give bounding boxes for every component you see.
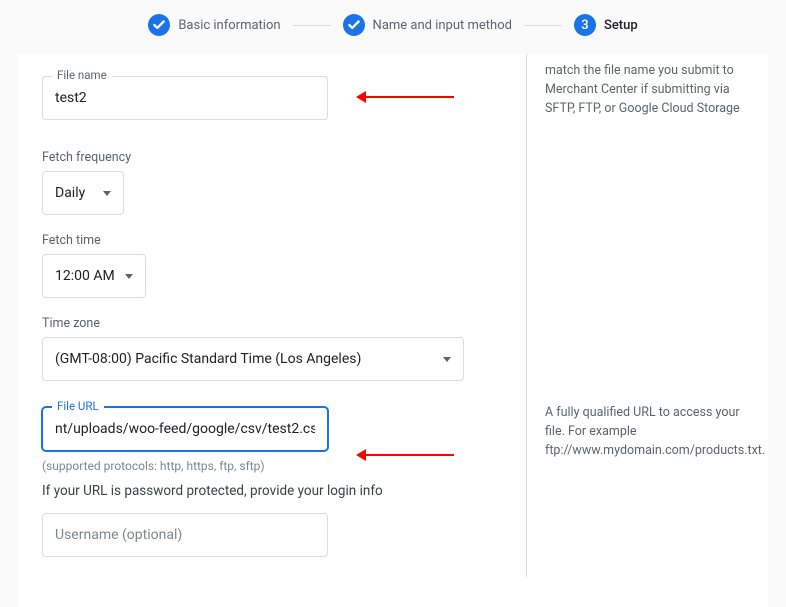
setup-panel: File name test2 Fetch frequency Daily Fe… [18,54,768,607]
step-connector [293,25,331,26]
file-url-label: File URL [52,399,104,413]
check-icon [148,14,170,36]
fetch-time-label: Fetch time [42,233,486,248]
time-zone-select[interactable]: (GMT-08:00) Pacific Standard Time (Los A… [42,337,464,381]
username-input[interactable]: Username (optional) [42,513,328,557]
fetch-time-select[interactable]: 12:00 AM [42,254,146,298]
annotation-arrow [366,454,454,456]
step-label: Setup [604,18,638,33]
step-number: 3 [574,14,596,36]
fetch-frequency-select[interactable]: Daily [42,171,124,215]
fetch-time-field: Fetch time 12:00 AM [42,233,486,298]
file-url-input[interactable]: nt/uploads/woo-feed/google/csv/test2.csv [42,407,328,451]
step-label: Name and input method [373,18,512,33]
protocols-hint: (supported protocols: http, https, ftp, … [42,459,486,473]
step-label: Basic information [178,18,280,33]
step-basic-info[interactable]: Basic information [148,14,280,36]
step-name-input[interactable]: Name and input method [343,14,512,36]
step-connector [524,25,562,26]
file-url-field: File URL nt/uploads/woo-feed/google/csv/… [42,407,486,451]
password-section-text: If your URL is password protected, provi… [42,483,486,499]
time-zone-label: Time zone [42,316,486,331]
help-column: match the file name you submit to Mercha… [526,54,768,577]
file-name-field: File name test2 [42,76,486,120]
fetch-frequency-field: Fetch frequency Daily [42,150,486,215]
chevron-down-icon [103,191,111,196]
chevron-down-icon [125,274,133,279]
chevron-down-icon [443,357,451,362]
username-field: Username (optional) [42,513,486,557]
file-name-help: match the file name you submit to Mercha… [545,62,750,118]
file-url-help: A fully qualified URL to access your fil… [545,404,750,460]
check-icon [343,14,365,36]
form-column: File name test2 Fetch frequency Daily Fe… [18,54,526,577]
step-setup[interactable]: 3 Setup [574,14,638,36]
file-name-label: File name [52,68,112,82]
file-name-input[interactable]: test2 [42,76,328,120]
time-zone-field: Time zone (GMT-08:00) Pacific Standard T… [42,316,486,381]
fetch-frequency-label: Fetch frequency [42,150,486,165]
stepper: Basic information Name and input method … [0,0,786,54]
